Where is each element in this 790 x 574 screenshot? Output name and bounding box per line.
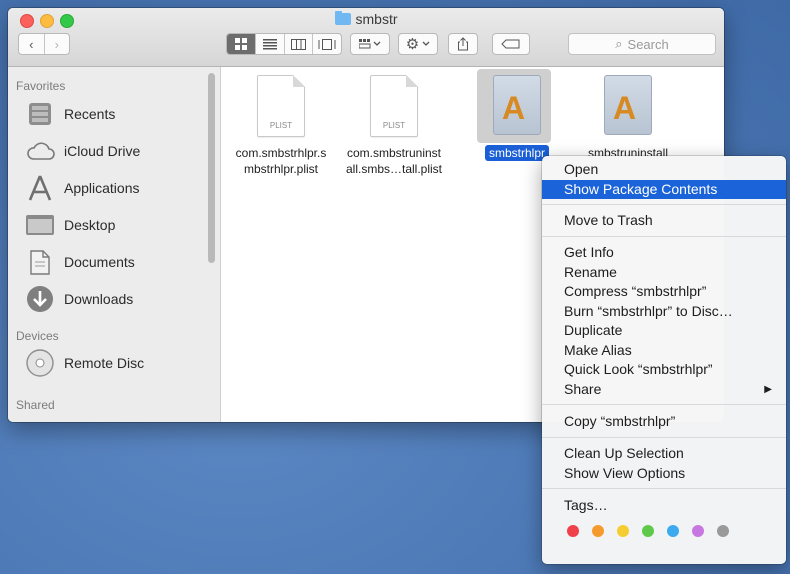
sidebar-item-recents[interactable]: Recents bbox=[24, 97, 115, 131]
sidebar-item-desktop[interactable]: Desktop bbox=[24, 208, 115, 242]
menu-item-show-view-options[interactable]: Show View Options bbox=[542, 464, 786, 483]
columns-icon bbox=[290, 38, 306, 50]
sidebar-item-label: iCloud Drive bbox=[64, 143, 141, 159]
tag-color-dot[interactable] bbox=[667, 525, 679, 537]
file-item[interactable]: PLIST com.smbstruninst all.smbs…tall.plis… bbox=[334, 75, 454, 177]
forward-button[interactable]: › bbox=[43, 34, 70, 54]
window-title: smbstr bbox=[8, 11, 724, 27]
sidebar-item-remote-disc[interactable]: Remote Disc bbox=[24, 346, 144, 380]
share-icon bbox=[458, 37, 468, 51]
menu-item-share[interactable]: Share ▶ bbox=[542, 380, 786, 399]
file-name: com.smbstruninst all.smbs…tall.plist bbox=[345, 146, 443, 176]
sidebar: Favorites Recents iCloud Drive Applicati… bbox=[8, 67, 221, 422]
plist-file-icon: PLIST bbox=[255, 75, 307, 139]
file-item-selected[interactable]: A smbstrhlpr bbox=[457, 69, 577, 161]
sidebar-scrollbar[interactable] bbox=[208, 73, 215, 263]
menu-item-tags[interactable]: Tags… bbox=[542, 496, 786, 515]
menu-separator bbox=[542, 204, 786, 205]
recents-icon bbox=[24, 98, 56, 130]
documents-icon bbox=[24, 246, 56, 278]
tag-color-dot[interactable] bbox=[717, 525, 729, 537]
file-kind-label: PLIST bbox=[269, 121, 293, 130]
title-bar: smbstr ‹ › ⚙ ⌕ Search bbox=[8, 8, 724, 67]
cloud-icon bbox=[24, 135, 56, 167]
file-name: com.smbstrhlpr.s mbstrhlpr.plist bbox=[235, 146, 327, 176]
sidebar-item-label: Remote Disc bbox=[64, 355, 145, 371]
search-placeholder: Search bbox=[627, 36, 669, 52]
sidebar-item-label: Downloads bbox=[64, 291, 134, 307]
desktop-icon bbox=[24, 209, 56, 241]
gallery-view-button[interactable] bbox=[312, 34, 341, 54]
chevron-down-icon bbox=[422, 41, 430, 46]
context-menu: Open Show Package Contents Move to Trash… bbox=[542, 156, 786, 564]
icon-view-button[interactable] bbox=[227, 34, 255, 54]
favorites-heading: Favorites bbox=[16, 79, 66, 93]
sidebar-item-label: Applications bbox=[64, 180, 140, 196]
arrange-button[interactable] bbox=[350, 33, 390, 55]
tag-color-dot[interactable] bbox=[592, 525, 604, 537]
menu-separator bbox=[542, 437, 786, 438]
sidebar-item-downloads[interactable]: Downloads bbox=[24, 282, 133, 316]
sidebar-item-label: Desktop bbox=[64, 217, 116, 233]
gear-icon: ⚙ bbox=[405, 36, 420, 53]
submenu-arrow-icon: ▶ bbox=[764, 384, 772, 395]
sidebar-item-label: Documents bbox=[64, 254, 135, 270]
menu-separator bbox=[542, 236, 786, 237]
sidebar-item-label: Recents bbox=[64, 106, 116, 122]
tag-icon bbox=[501, 39, 520, 49]
sidebar-item-documents[interactable]: Documents bbox=[24, 245, 135, 279]
menu-separator bbox=[542, 404, 786, 405]
file-kind-label: PLIST bbox=[382, 121, 406, 130]
application-icon: A bbox=[477, 69, 551, 143]
menu-item-quick-look[interactable]: Quick Look “smbstrhlpr” bbox=[542, 360, 786, 379]
plist-file-icon: PLIST bbox=[368, 75, 420, 139]
action-button[interactable]: ⚙ bbox=[398, 33, 438, 55]
arrange-icon bbox=[359, 39, 381, 49]
menu-item-compress[interactable]: Compress “smbstrhlpr” bbox=[542, 282, 786, 301]
edit-tags-button[interactable] bbox=[492, 33, 530, 55]
menu-separator bbox=[542, 488, 786, 489]
file-item[interactable]: A smbstruninstall bbox=[568, 75, 688, 161]
shared-heading: Shared bbox=[16, 398, 55, 412]
list-view-button[interactable] bbox=[254, 34, 284, 54]
downloads-icon bbox=[24, 283, 56, 315]
menu-item-rename[interactable]: Rename bbox=[542, 263, 786, 282]
tag-color-dot[interactable] bbox=[642, 525, 654, 537]
sidebar-item-icloud-drive[interactable]: iCloud Drive bbox=[24, 134, 140, 168]
tag-color-dot[interactable] bbox=[692, 525, 704, 537]
tag-color-dot[interactable] bbox=[617, 525, 629, 537]
menu-item-move-to-trash[interactable]: Move to Trash bbox=[542, 211, 786, 230]
sidebar-item-applications[interactable]: Applications bbox=[24, 171, 140, 205]
folder-icon bbox=[334, 11, 351, 25]
menu-item-label: Share bbox=[564, 381, 602, 397]
menu-item-get-info[interactable]: Get Info bbox=[542, 243, 786, 262]
column-view-button[interactable] bbox=[283, 34, 313, 54]
search-icon: ⌕ bbox=[615, 36, 623, 51]
file-item[interactable]: PLIST com.smbstrhlpr.s mbstrhlpr.plist bbox=[221, 75, 341, 177]
navigation-group: ‹ › bbox=[18, 33, 70, 55]
gallery-icon bbox=[318, 38, 336, 50]
list-icon bbox=[262, 38, 277, 49]
tag-color-dot[interactable] bbox=[567, 525, 579, 537]
search-field[interactable]: ⌕ Search bbox=[568, 33, 716, 55]
view-mode-group bbox=[226, 33, 342, 55]
window-title-text: smbstr bbox=[355, 11, 398, 27]
icon-grid-icon bbox=[234, 38, 247, 50]
menu-item-burn[interactable]: Burn “smbstrhlpr” to Disc… bbox=[542, 302, 786, 321]
menu-item-duplicate[interactable]: Duplicate bbox=[542, 321, 786, 340]
applications-icon bbox=[24, 172, 56, 204]
menu-item-clean-up-selection[interactable]: Clean Up Selection bbox=[542, 444, 786, 463]
share-button[interactable] bbox=[448, 33, 478, 55]
menu-item-open[interactable]: Open bbox=[542, 160, 786, 179]
back-button[interactable]: ‹ bbox=[19, 34, 44, 54]
devices-heading: Devices bbox=[16, 329, 59, 343]
application-icon: A bbox=[602, 75, 654, 139]
disc-icon bbox=[24, 347, 56, 379]
menu-item-show-package-contents[interactable]: Show Package Contents bbox=[542, 180, 786, 199]
menu-item-make-alias[interactable]: Make Alias bbox=[542, 341, 786, 360]
menu-item-copy[interactable]: Copy “smbstrhlpr” bbox=[542, 412, 786, 431]
